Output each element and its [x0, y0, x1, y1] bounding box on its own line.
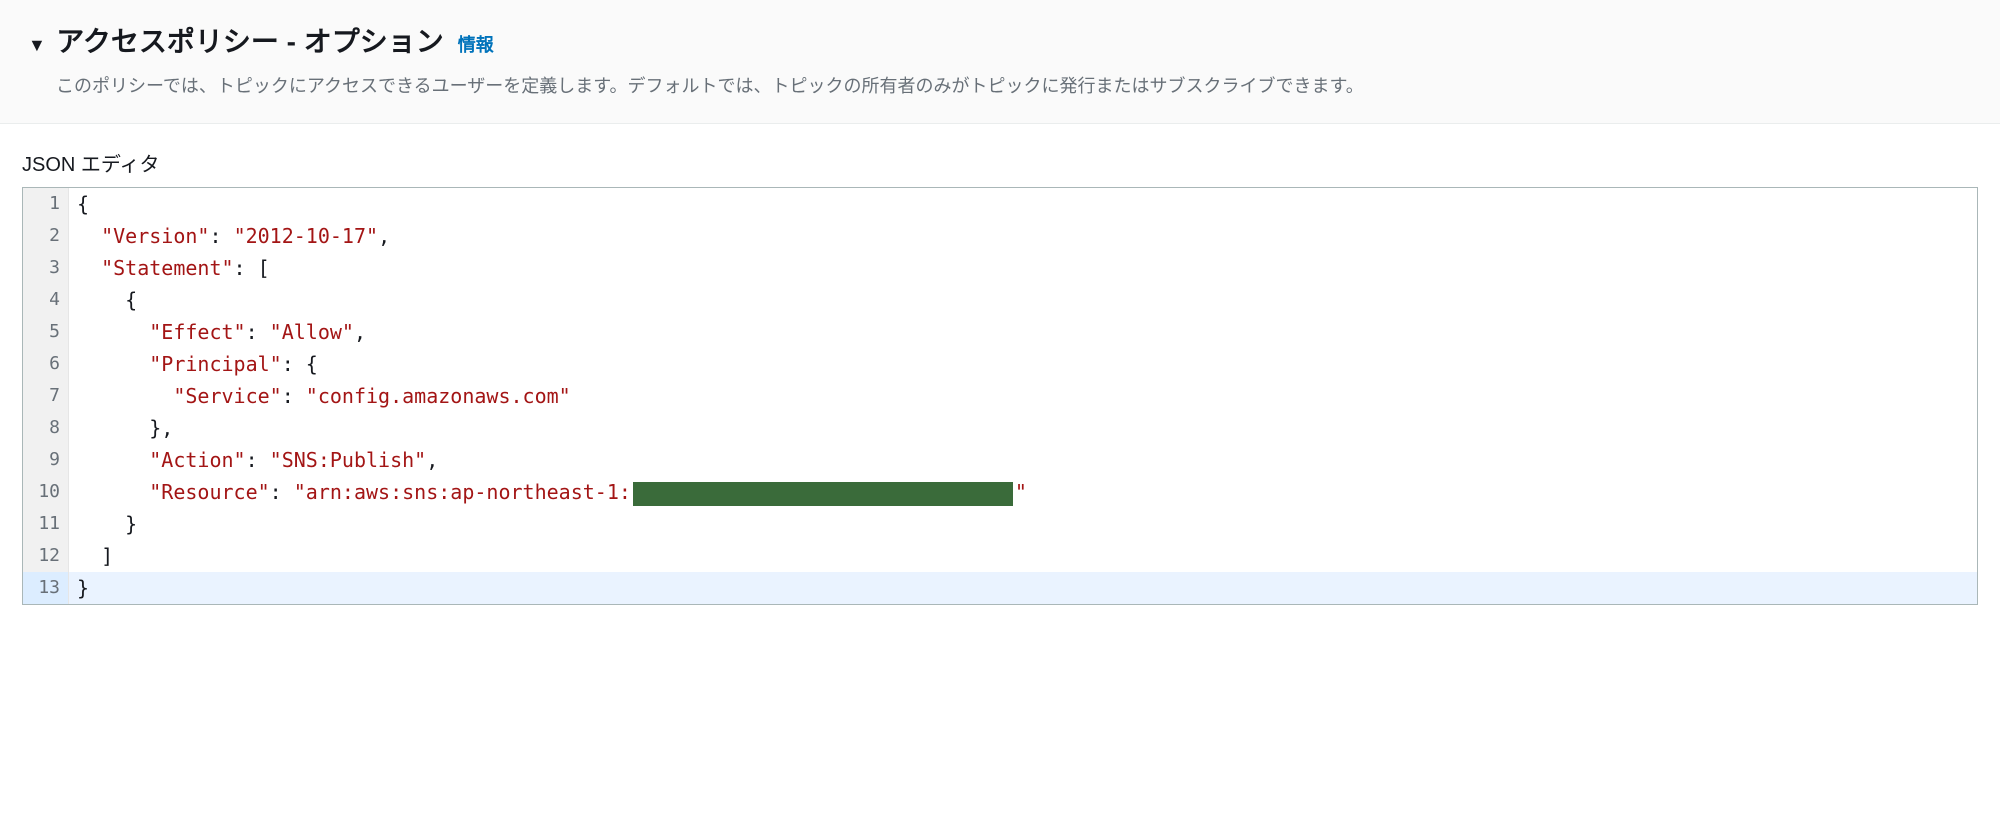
code-content[interactable]: "Resource": "arn:aws:sns:ap-northeast-1:…: [69, 476, 1977, 508]
brace-open: {: [77, 192, 89, 216]
code-content[interactable]: }: [69, 572, 1977, 604]
editor-label: JSON エディタ: [22, 148, 1978, 177]
code-content[interactable]: ]: [69, 540, 1977, 572]
bracket-close: ]: [101, 544, 113, 568]
brace-open: {: [125, 288, 137, 312]
code-line[interactable]: 7 "Service": "config.amazonaws.com": [23, 380, 1977, 412]
code-content[interactable]: }: [69, 508, 1977, 540]
code-content[interactable]: {: [69, 284, 1977, 316]
line-number: 11: [23, 508, 69, 540]
code-content[interactable]: {: [69, 188, 1977, 220]
code-line[interactable]: 2 "Version": "2012-10-17",: [23, 220, 1977, 252]
line-number: 9: [23, 444, 69, 476]
code-line[interactable]: 3 "Statement": [: [23, 252, 1977, 284]
brace-close: }: [77, 576, 89, 600]
json-key: "Resource": [149, 480, 269, 504]
title-wrapper: ▼ アクセスポリシー - オプション: [28, 20, 444, 60]
json-key: "Service": [173, 384, 281, 408]
code-line[interactable]: 4 {: [23, 284, 1977, 316]
section-title-row: ▼ アクセスポリシー - オプション 情報: [28, 20, 1972, 60]
json-key: "Effect": [149, 320, 245, 344]
json-key: "Version": [101, 224, 209, 248]
line-number: 1: [23, 188, 69, 220]
section-title: アクセスポリシー - オプション: [56, 26, 444, 57]
code-line[interactable]: 1 {: [23, 188, 1977, 220]
code-content[interactable]: "Statement": [: [69, 252, 1977, 284]
code-content[interactable]: "Service": "config.amazonaws.com": [69, 380, 1977, 412]
info-link[interactable]: 情報: [458, 31, 494, 57]
code-line[interactable]: 11 }: [23, 508, 1977, 540]
json-key: "Action": [149, 448, 245, 472]
code-content[interactable]: "Version": "2012-10-17",: [69, 220, 1977, 252]
brace-close: },: [149, 416, 173, 440]
json-value: "SNS:Publish": [270, 448, 427, 472]
section-header: ▼ アクセスポリシー - オプション 情報 このポリシーでは、トピックにアクセス…: [0, 0, 2000, 124]
line-number: 4: [23, 284, 69, 316]
line-number: 10: [23, 476, 69, 508]
code-line[interactable]: 12 ]: [23, 540, 1977, 572]
json-key: "Statement": [101, 256, 233, 280]
line-number: 3: [23, 252, 69, 284]
json-value: "config.amazonaws.com": [306, 384, 571, 408]
json-key: "Principal": [149, 352, 281, 376]
line-number: 2: [23, 220, 69, 252]
line-number: 13: [23, 572, 69, 604]
code-line[interactable]: 6 "Principal": {: [23, 348, 1977, 380]
code-content[interactable]: "Effect": "Allow",: [69, 316, 1977, 348]
collapse-toggle-icon[interactable]: ▼: [28, 35, 46, 56]
code-line[interactable]: 8 },: [23, 412, 1977, 444]
json-value: "2012-10-17": [234, 224, 379, 248]
code-line-current[interactable]: 13 }: [23, 572, 1977, 604]
code-content[interactable]: },: [69, 412, 1977, 444]
code-content[interactable]: "Action": "SNS:Publish",: [69, 444, 1977, 476]
redacted-block: [633, 482, 1013, 506]
json-value-suffix: ": [1015, 480, 1027, 504]
code-line[interactable]: 10 "Resource": "arn:aws:sns:ap-northeast…: [23, 476, 1977, 508]
section-description: このポリシーでは、トピックにアクセスできるユーザーを定義します。デフォルトでは、…: [56, 74, 1972, 99]
brace-close: }: [125, 512, 137, 536]
code-line[interactable]: 9 "Action": "SNS:Publish",: [23, 444, 1977, 476]
line-number: 8: [23, 412, 69, 444]
line-number: 12: [23, 540, 69, 572]
editor-section: JSON エディタ 1 { 2 "Version": "2012-10-17",…: [0, 124, 2000, 629]
line-number: 7: [23, 380, 69, 412]
code-content[interactable]: "Principal": {: [69, 348, 1977, 380]
line-number: 6: [23, 348, 69, 380]
line-number: 5: [23, 316, 69, 348]
json-value-prefix: "arn:aws:sns:ap-northeast-1:: [294, 480, 631, 504]
json-value: "Allow": [270, 320, 354, 344]
code-line[interactable]: 5 "Effect": "Allow",: [23, 316, 1977, 348]
json-editor[interactable]: 1 { 2 "Version": "2012-10-17", 3 "Statem…: [22, 187, 1978, 605]
